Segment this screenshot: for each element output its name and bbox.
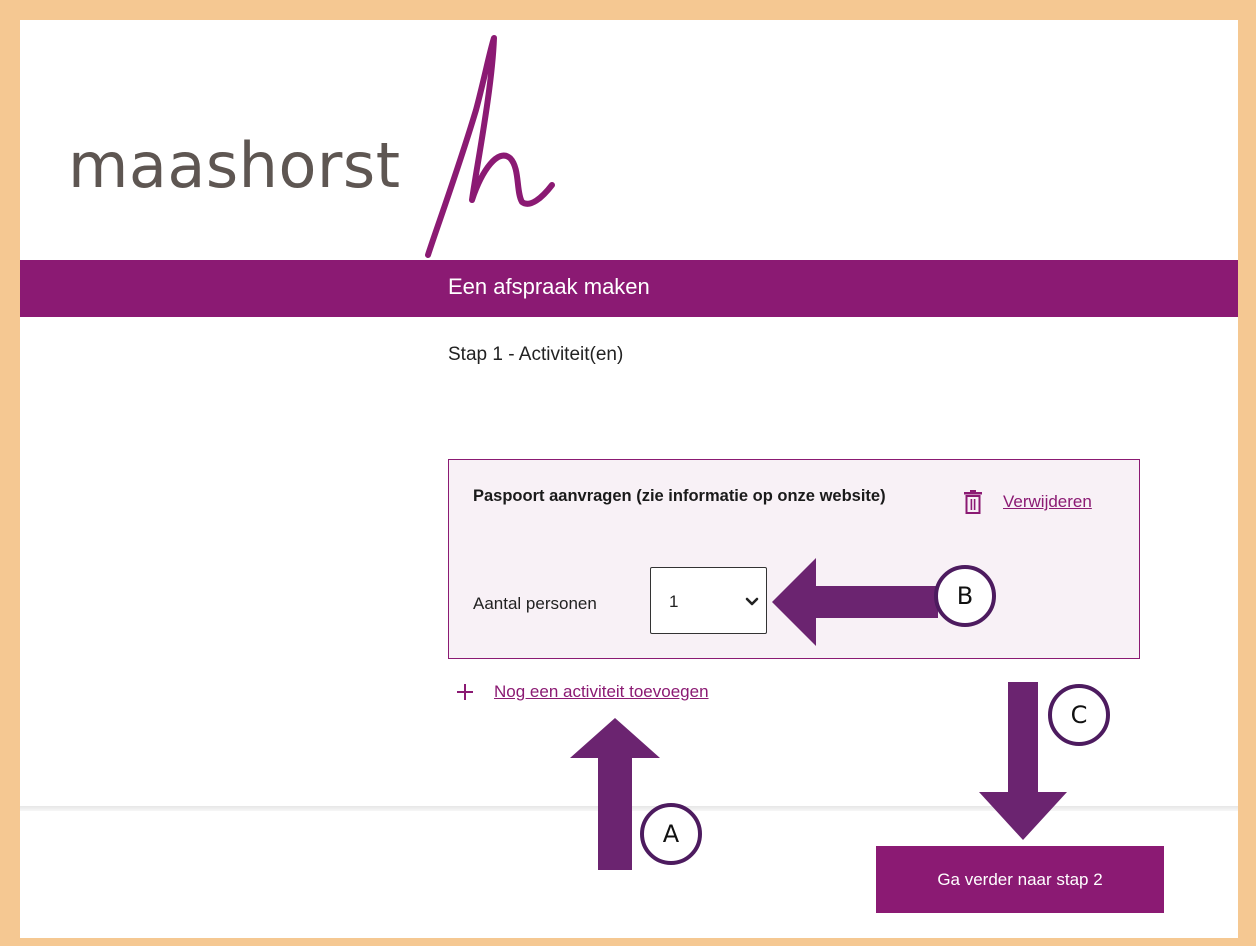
activity-title: Paspoort aanvragen (zie informatie op on…	[473, 487, 886, 505]
annotation-badge-b: B	[934, 565, 996, 627]
trash-icon[interactable]	[963, 490, 983, 514]
annotation-badge-a: A	[640, 803, 702, 865]
persons-select-value: 1	[669, 592, 679, 611]
next-step-button[interactable]: Ga verder naar stap 2	[876, 846, 1164, 913]
logo-mark-icon	[425, 35, 555, 258]
persons-select[interactable]: 1	[650, 567, 767, 634]
delete-activity[interactable]: Verwijderen	[963, 490, 1092, 514]
header-banner: Een afspraak maken	[20, 260, 1238, 317]
delete-link[interactable]: Verwijderen	[1003, 492, 1092, 512]
add-activity-link[interactable]: Nog een activiteit toevoegen	[494, 682, 709, 702]
add-activity[interactable]: Nog een activiteit toevoegen	[456, 682, 709, 702]
annotation-badge-c: C	[1048, 684, 1110, 746]
page-frame: maashorst Een afspraak maken Stap 1 - Ac…	[20, 20, 1238, 938]
persons-label: Aantal personen	[473, 594, 597, 613]
chevron-down-icon	[745, 597, 759, 606]
page-title: Een afspraak maken	[448, 274, 650, 299]
plus-icon[interactable]	[456, 683, 474, 701]
logo-text: maashorst	[68, 129, 401, 202]
step-title: Stap 1 - Activiteit(en)	[448, 344, 624, 365]
annotation-arrow-b	[772, 558, 938, 646]
